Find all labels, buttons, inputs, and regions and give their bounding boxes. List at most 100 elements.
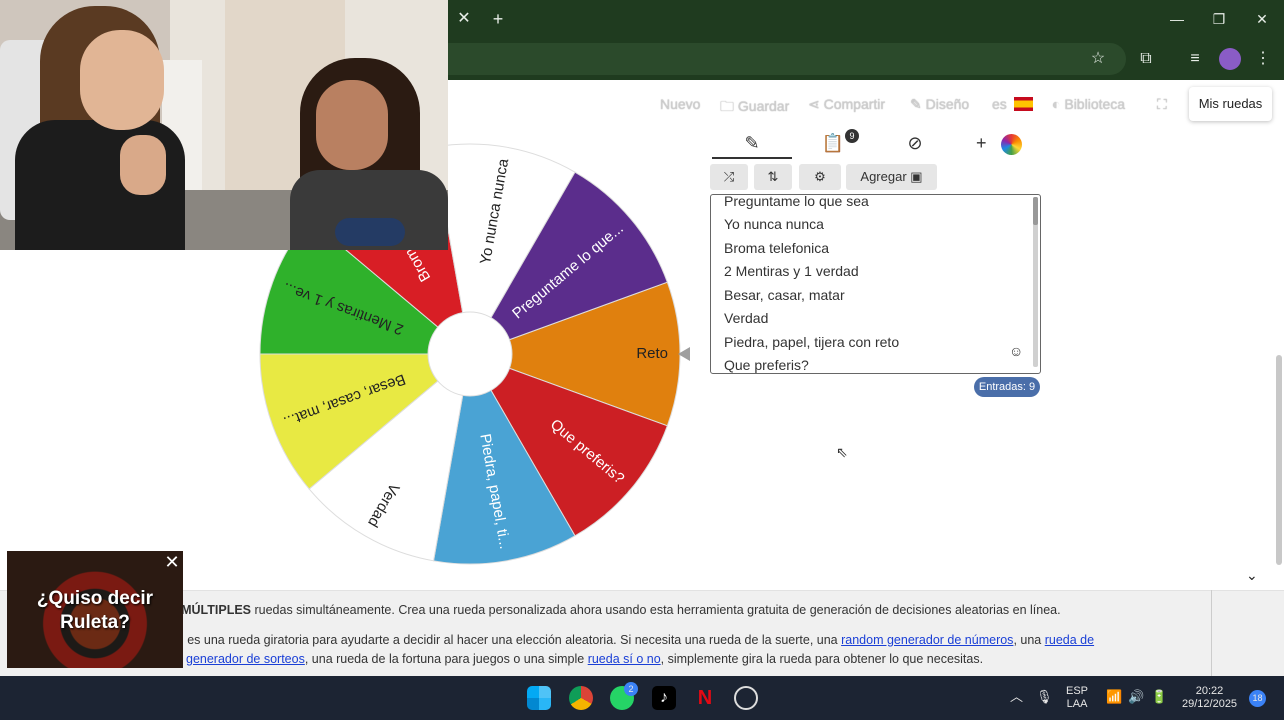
shuffle-icon: ⤮ (723, 169, 735, 184)
webcam-overlay (0, 0, 448, 250)
language-select[interactable]: es (992, 96, 1007, 112)
random-numbers-link[interactable]: random generador de números (841, 633, 1013, 647)
ad-title-line: ¿Quiso decir (36, 588, 154, 609)
guardar-link[interactable]: 🗀 Guardar (720, 96, 789, 120)
screen: ✕ + — ❐ ✕ ☆ ⧉ ≡ ⋮ Nuevo 🗀 Guardar ⋖ Comp… (0, 0, 1284, 720)
date-text: 29/12/2025 (1182, 698, 1238, 710)
webcam-person-1-face (80, 30, 164, 130)
media-icon[interactable]: ≡ (1184, 48, 1206, 70)
chrome-icon[interactable] (569, 686, 593, 710)
notification-badge[interactable]: 18 (1249, 690, 1266, 707)
wheel-hub[interactable] (427, 311, 513, 397)
taskbar (0, 676, 1284, 720)
image-icon: ▣ (910, 169, 923, 184)
wifi-icon[interactable]: 📶 (1106, 690, 1122, 703)
entry-line: Yo nunca nunca (724, 216, 824, 232)
sort-button[interactable]: ⇅ (754, 164, 792, 190)
entry-line: Verdad (724, 310, 769, 326)
ad-title-line: Ruleta? (60, 612, 130, 633)
color-palette-icon[interactable] (1001, 134, 1022, 155)
tab-hide[interactable]: ⊘ (875, 128, 955, 158)
entries-scroll-thumb[interactable] (1033, 197, 1038, 225)
rueda-si-no-link[interactable]: rueda sí o no (588, 652, 661, 666)
entry-line: Que preferis? (724, 357, 809, 373)
pencil-icon: ✎ (744, 133, 760, 153)
generador-sorteos-link[interactable]: generador de sorteos (186, 652, 305, 666)
lang-line: ESP (1066, 685, 1089, 697)
address-bar[interactable] (448, 43, 1126, 75)
star-icon[interactable]: ☆ (1087, 48, 1109, 70)
entries-textarea[interactable]: Preguntame lo que sea Yo nunca nunca Bro… (710, 194, 1041, 374)
info-line-1: o MÚLTIPLES ruedas simultáneamente. Crea… (170, 603, 1061, 617)
share-icon: ⋖ (808, 96, 824, 112)
entry-line: Broma telefonica (724, 240, 830, 256)
diseno-link[interactable]: ✎ Diseño (910, 96, 969, 113)
entry-line: Piedra, papel, tijera con reto (724, 334, 900, 350)
nuevo-link[interactable]: Nuevo (660, 96, 700, 112)
plus-icon[interactable]: + (976, 133, 987, 154)
windows-start-icon[interactable] (527, 686, 551, 710)
shuffle-button[interactable]: ⤮ (710, 164, 748, 190)
time-text: 20:22 (1195, 685, 1224, 697)
info-text: , una rueda de la fortuna para juegos o … (304, 652, 588, 666)
lang-line: LAA (1066, 698, 1088, 710)
input-language[interactable]: ESP LAA (1066, 685, 1088, 711)
agregar-imagen-button[interactable]: Agregar ▣ (846, 164, 937, 190)
close-tab-icon[interactable]: ✕ (454, 9, 474, 29)
eye-slash-icon: ⊘ (907, 133, 923, 153)
tab-edit[interactable]: ✎ (712, 128, 792, 158)
info-divider (1211, 590, 1212, 676)
emoji-icon[interactable]: ☺ (1009, 343, 1023, 359)
obs-icon[interactable] (734, 686, 758, 710)
page-scrollbar[interactable] (1276, 355, 1282, 565)
diseno-label: Diseño (925, 96, 970, 112)
info-text: , simplemente gira la rueda para obtener… (660, 652, 984, 666)
whatsapp-badge: 2 (624, 682, 638, 696)
folder-icon: 🗀 (720, 98, 738, 114)
fullscreen-icon[interactable]: ⛶ (1157, 96, 1167, 113)
webcam-person-1-hand (120, 135, 166, 195)
compartir-label: Compartir (823, 96, 886, 112)
tab-results[interactable]: 📋 (793, 128, 873, 158)
window-close-icon[interactable]: ✕ (1247, 7, 1277, 31)
extensions-icon[interactable]: ⧉ (1135, 48, 1157, 70)
wheel-slice-label: Reto (636, 345, 668, 362)
info-section: o MÚLTIPLES ruedas simultáneamente. Crea… (0, 590, 1284, 676)
tiktok-icon[interactable]: ♪ (652, 686, 676, 710)
chevron-up-icon[interactable]: ︿ (1010, 690, 1023, 703)
chevron-down-icon[interactable]: ⌄ (1246, 567, 1258, 584)
results-count-badge: 9 (845, 129, 859, 143)
spain-flag-icon (1014, 97, 1033, 111)
volume-icon[interactable]: 🔊 (1128, 690, 1144, 703)
brush-icon: ✎ (910, 96, 926, 112)
advanced-button[interactable]: ⚙ (799, 164, 841, 190)
clock[interactable]: 20:22 29/12/2025 (1182, 685, 1237, 711)
rueda-de-link[interactable]: rueda de (1045, 633, 1094, 647)
new-tab-icon[interactable]: + (488, 9, 508, 29)
biblioteca-link[interactable]: ◐ Biblioteca (1052, 96, 1125, 112)
entry-line: Preguntame lo que sea (724, 194, 869, 209)
entry-line: 2 Mentiras y 1 verdad (724, 263, 859, 279)
info-line-3: generador de sorteos, una rueda de la fo… (186, 652, 983, 666)
microphone-icon[interactable]: 🎙 (1036, 690, 1053, 703)
netflix-icon[interactable]: N (693, 686, 717, 710)
ad-title: ¿Quiso decir Ruleta? (7, 587, 183, 635)
ad-close-icon[interactable]: ✕ (163, 553, 181, 571)
guardar-label: Guardar (737, 98, 790, 114)
active-tab-indicator (712, 157, 792, 159)
agregar-label: Agregar (860, 169, 907, 184)
profile-avatar[interactable] (1219, 48, 1241, 70)
globe-icon: ◐ (1052, 96, 1065, 112)
webcam-headset (335, 218, 405, 246)
sort-icon: ⇅ (767, 169, 779, 184)
menu-dots-icon[interactable]: ⋮ (1252, 48, 1274, 70)
roulette-ad[interactable]: ¿Quiso decir Ruleta? ✕ (7, 551, 183, 668)
battery-icon[interactable]: 🔋 (1151, 690, 1167, 703)
maximize-icon[interactable]: ❐ (1204, 7, 1234, 31)
entries-count-badge: Entradas: 9 (974, 377, 1040, 397)
compartir-link[interactable]: ⋖ Compartir (808, 96, 885, 113)
mis-ruedas-button[interactable]: Mis ruedas (1189, 87, 1272, 121)
webcam-person-2-face (316, 80, 388, 170)
gear-icon: ⚙ (814, 169, 826, 184)
minimize-icon[interactable]: — (1162, 7, 1192, 31)
